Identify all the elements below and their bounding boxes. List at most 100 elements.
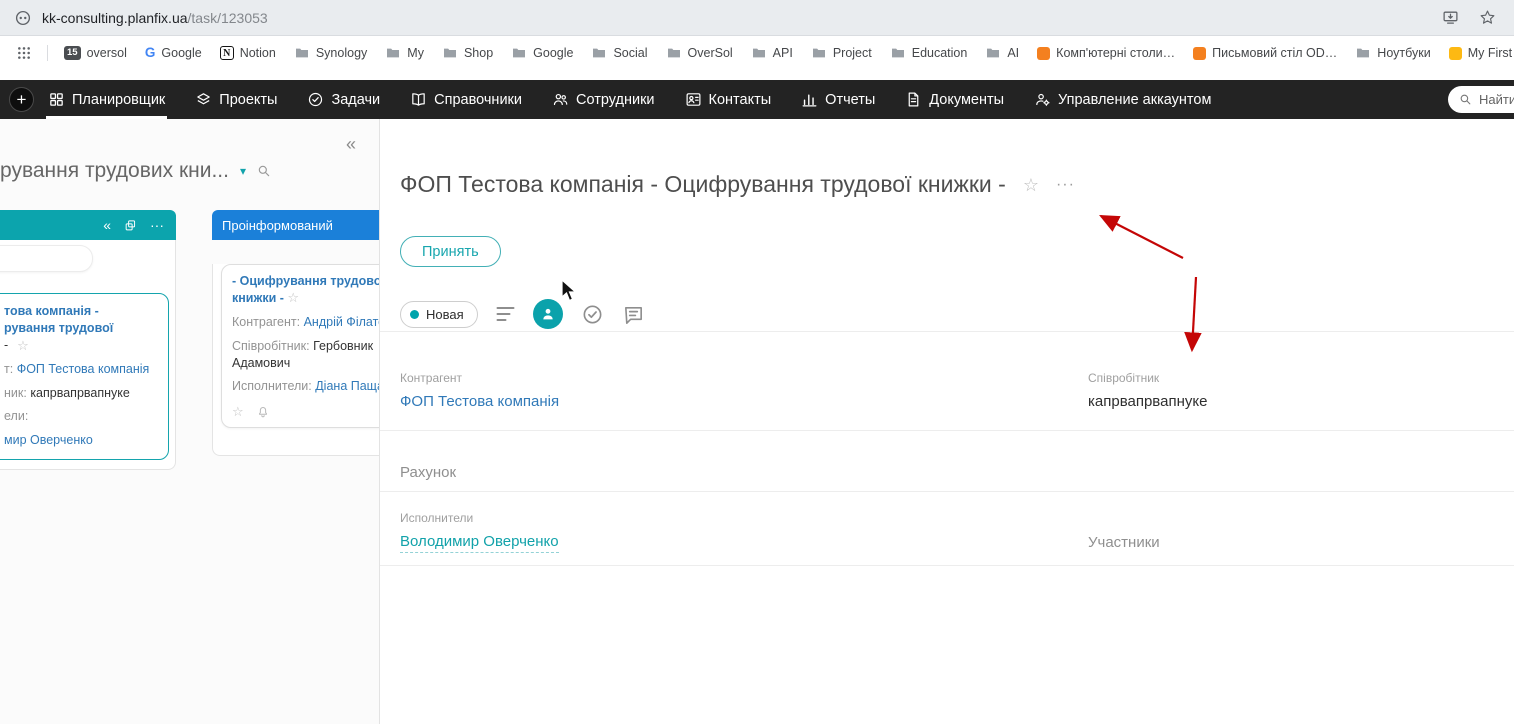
bookmark-notion[interactable]: N Notion — [211, 43, 285, 63]
assignee-link[interactable]: Володимир Оверченко — [400, 533, 559, 553]
counterparty-link[interactable]: ФОП Тестова компанія — [400, 393, 559, 410]
card-title-line: - ☆ — [4, 337, 158, 354]
favorite-star-icon[interactable]: ☆ — [1023, 176, 1039, 194]
counterparty-link[interactable]: Андрій Філато — [304, 315, 379, 329]
card-title-line: това компанія - — [4, 304, 99, 318]
app-navigation: + Планировщик Проекты Задачи Справочники… — [0, 80, 1514, 119]
task-title: ФОП Тестова компанія - Оцифрування трудо… — [400, 171, 1006, 197]
collapse-sidebar-icon[interactable]: « — [346, 135, 356, 153]
bookmark-folder-project[interactable]: Project — [802, 42, 881, 64]
column-2-header[interactable]: Проінформований — [212, 210, 379, 240]
counterparty-link[interactable]: ФОП Тестова компанія — [17, 362, 150, 376]
planner-title-row: рування трудових кни... ▾ — [0, 159, 271, 183]
status-dot — [410, 309, 419, 319]
divider — [380, 565, 1514, 566]
bookmark-google[interactable]: G Google — [136, 43, 211, 63]
kanban-board: « ··· това компанія - рування трудової -… — [0, 210, 379, 724]
nav-contacts[interactable]: Контакты — [685, 80, 772, 119]
collapsed-swimlane[interactable] — [0, 245, 93, 272]
field-participants[interactable]: Участники — [1088, 534, 1160, 552]
favorite-star-icon[interactable]: ☆ — [17, 339, 29, 352]
create-new-button[interactable]: + — [9, 87, 34, 112]
bookmarks-bar: 15 oversol G Google N Notion Synology My Sh… — [0, 36, 1514, 70]
divider — [380, 430, 1514, 431]
folder-icon — [751, 45, 767, 61]
bell-icon[interactable] — [256, 404, 270, 418]
bookmark-label: Письмовий стіл OD… — [1212, 46, 1338, 60]
planner-title[interactable]: рування трудових кни... — [0, 159, 229, 183]
task-menu-icon[interactable]: ··· — [1056, 176, 1075, 193]
description-icon[interactable] — [496, 306, 515, 322]
card-title-fragment: - — [4, 337, 9, 352]
column-1-header: « ··· — [0, 210, 176, 240]
nav-employees[interactable]: Сотрудники — [552, 80, 655, 119]
bookmark-folder-shop[interactable]: Shop — [433, 42, 502, 64]
bookmark-label: My — [407, 46, 424, 60]
copy-icon[interactable] — [124, 219, 137, 232]
caret-down-icon[interactable]: ▾ — [240, 164, 246, 178]
bookmark-folder-synology[interactable]: Synology — [285, 42, 376, 64]
kanban-card-selected[interactable]: това компанія - рування трудової - ☆ т: … — [0, 293, 169, 461]
field-label: Контрагент: — [232, 314, 301, 329]
folder-icon — [294, 45, 310, 61]
checklist-icon[interactable] — [581, 303, 604, 326]
kanban-card[interactable]: - Оцифрування трудово книжки - ☆ Контраг… — [221, 264, 379, 429]
favicon-count-badge: 15 — [64, 46, 81, 60]
bookmark-folder-laptops[interactable]: Ноутбуки — [1346, 42, 1439, 64]
bookmark-folder-api[interactable]: API — [742, 42, 802, 64]
favorite-star-icon[interactable]: ☆ — [287, 290, 299, 305]
bookmark-folder-google[interactable]: Google — [502, 42, 582, 64]
global-search[interactable]: Найти — [1448, 86, 1514, 113]
bookmark-star-icon[interactable] — [1479, 9, 1496, 26]
field-account[interactable]: Рахунок — [400, 464, 456, 482]
kanban-column-2: Проінформований - Оцифрування трудово кн… — [212, 210, 379, 456]
contact-card-icon — [685, 91, 702, 108]
bookmark-label: oversol — [86, 46, 127, 60]
bookmark-folder-ai[interactable]: AI — [976, 42, 1028, 64]
nav-directories[interactable]: Справочники — [410, 80, 522, 119]
screen: kk-consulting.planfix.ua/task/123053 15 o… — [0, 0, 1514, 724]
employee-value[interactable]: капрвапрвапнуке — [1088, 393, 1207, 410]
field-label: Исполнители: — [232, 379, 312, 394]
bookmark-folder-oversol[interactable]: OverSol — [657, 42, 742, 64]
nav-reports[interactable]: Отчеты — [801, 80, 875, 119]
tab-group-icon[interactable] — [14, 9, 32, 27]
nav-planner[interactable]: Планировщик — [45, 80, 168, 119]
bookmark-folder-social[interactable]: Social — [582, 42, 656, 64]
favorite-star-icon[interactable]: ☆ — [232, 405, 244, 418]
apps-grid-icon[interactable] — [16, 45, 32, 61]
folder-icon — [890, 45, 906, 61]
bookmark-oversol[interactable]: 15 oversol — [55, 43, 136, 63]
column-2-body: - Оцифрування трудово книжки - ☆ Контраг… — [212, 264, 379, 456]
assignee-link[interactable]: Діана Паща — [315, 379, 379, 393]
bookmark-my-first[interactable]: My First — [1440, 43, 1514, 63]
nav-label: Контакты — [708, 91, 772, 108]
card-field: мир Оверченко — [4, 432, 158, 449]
comments-icon[interactable] — [622, 303, 645, 326]
collapse-column-icon[interactable]: « — [103, 218, 111, 232]
bookmark-site-desk-od[interactable]: Письмовий стіл OD… — [1184, 43, 1346, 63]
address-bar-actions — [1442, 9, 1496, 26]
search-icon[interactable] — [257, 164, 271, 178]
nav-account-management[interactable]: Управление аккаунтом — [1034, 80, 1211, 119]
url-field[interactable]: kk-consulting.planfix.ua/task/123053 — [42, 10, 1442, 26]
nav-label: Планировщик — [72, 91, 166, 108]
nav-tasks[interactable]: Задачи — [307, 80, 380, 119]
bookmark-label: Ноутбуки — [1377, 46, 1431, 60]
nav-documents[interactable]: Документы — [905, 80, 1004, 119]
send-to-device-icon[interactable] — [1442, 9, 1459, 26]
folder-icon — [591, 45, 607, 61]
status-selector[interactable]: Новая — [400, 300, 478, 328]
accept-button[interactable]: Принять — [400, 236, 501, 267]
data-section-icon[interactable] — [532, 299, 563, 329]
bookmark-folder-education[interactable]: Education — [881, 42, 977, 64]
nav-projects[interactable]: Проекты — [195, 80, 277, 119]
projects-icon — [195, 91, 212, 108]
field-label: Контрагент — [400, 371, 463, 385]
column-menu-icon[interactable]: ··· — [150, 218, 164, 232]
bookmark-site-desks[interactable]: Комп'ютерні столи… — [1028, 43, 1184, 63]
assignee-link[interactable]: мир Оверченко — [4, 433, 93, 447]
task-header: ФОП Тестова компанія - Оцифрування трудо… — [400, 171, 1075, 198]
bookmark-label: AI — [1007, 46, 1020, 60]
bookmark-folder-my[interactable]: My — [376, 42, 433, 64]
